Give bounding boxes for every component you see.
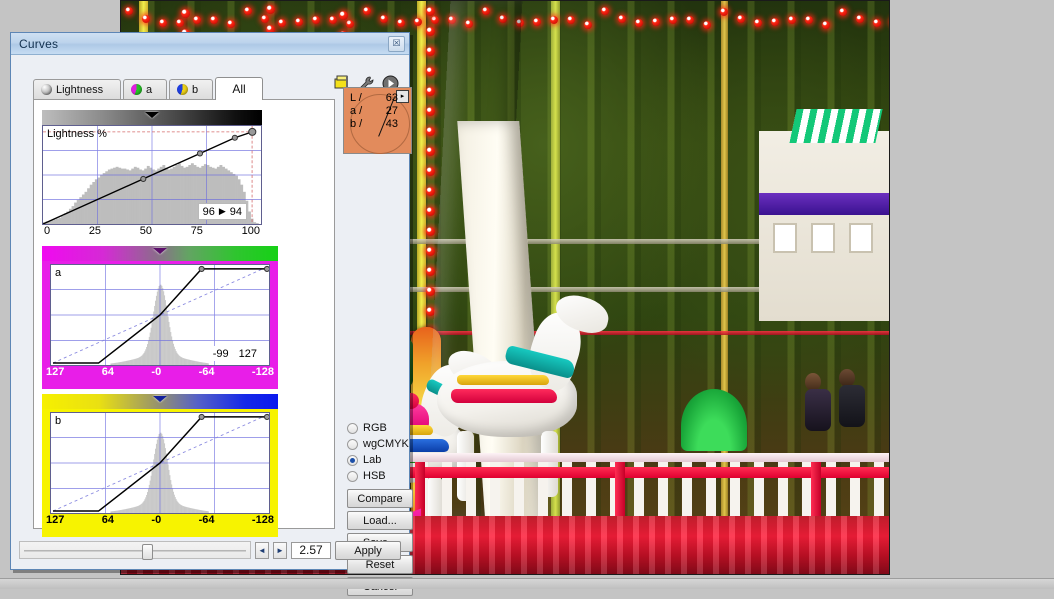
radio-hsb[interactable]: HSB — [347, 468, 417, 484]
spinner-decrement[interactable]: ◄ — [255, 541, 269, 559]
axis-tick: -0 — [151, 514, 162, 526]
gradient-marker-icon[interactable] — [153, 248, 167, 254]
tab-all[interactable]: All — [215, 77, 263, 100]
tab-b[interactable]: b — [169, 79, 213, 99]
color-readout: ▸ L / 63 a / 27 b / 43 — [343, 87, 412, 154]
lightness-readout: 96 ▶ 94 — [197, 203, 247, 220]
a-value-right: 127 — [238, 347, 257, 360]
b-gradient-strip[interactable] — [42, 394, 278, 409]
radio-label: wgCMYK — [363, 438, 409, 450]
radio-icon[interactable] — [347, 438, 358, 450]
load-button[interactable]: Load... — [347, 511, 413, 530]
a-curve-plot[interactable]: a -99 127 — [50, 264, 270, 366]
a-label: a — [55, 267, 62, 279]
radio-icon[interactable] — [347, 422, 358, 434]
slider-track-line — [24, 550, 246, 552]
readout-row-L: L / 63 — [350, 92, 411, 105]
sphere-yellow-blue-icon — [177, 84, 188, 95]
channel-a: a -99 127 127 64 -0 -64 -128 — [42, 246, 278, 389]
radio-wgcmyk[interactable]: wgCMYK — [347, 436, 417, 452]
curves-dialog[interactable]: Curves ☒ Lightness a b All ▸ L / 63 a / … — [10, 32, 413, 596]
slider-thumb[interactable] — [142, 544, 153, 560]
dialog-title: Curves — [19, 36, 59, 51]
tab-label: b — [192, 83, 199, 96]
channel-b: b 127 64 -0 -64 -128 — [42, 394, 278, 537]
close-icon[interactable]: ☒ — [388, 35, 405, 52]
dialog-titlebar[interactable]: Curves ☒ — [11, 33, 409, 55]
readout-input: 96 — [202, 205, 215, 218]
b-curve-svg — [51, 413, 269, 513]
axis-tick: 64 — [101, 514, 115, 526]
curves-panel: Lightness % 96 ▶ 94 0 25 50 75 100 a -99… — [33, 99, 335, 537]
axis-tick: 127 — [46, 366, 65, 378]
lightness-gradient-strip[interactable] — [42, 110, 262, 125]
sphere-magenta-green-icon — [131, 84, 142, 95]
amount-value[interactable]: 2.57 — [291, 541, 331, 559]
axis-tick: -64 — [198, 514, 215, 526]
axis-tick: 25 — [88, 225, 102, 237]
readout-row-a: a / 27 — [350, 105, 411, 118]
compare-button[interactable]: Compare — [347, 489, 413, 508]
readout-row-b: b / 43 — [350, 118, 411, 131]
desktop-taskbar — [0, 578, 1054, 589]
a-gradient-strip[interactable] — [42, 246, 278, 261]
sphere-gray-icon — [41, 84, 52, 95]
b-axis: 127 64 -0 -64 -128 — [44, 514, 276, 526]
spinner-increment[interactable]: ► — [273, 541, 287, 559]
readout-value: 63 — [385, 92, 398, 104]
tab-a[interactable]: a — [123, 79, 167, 99]
axis-tick: 75 — [190, 225, 203, 237]
striped-awning — [789, 109, 883, 143]
background-building — [759, 131, 889, 321]
axis-tick: 50 — [139, 225, 152, 237]
bottom-slider-row[interactable]: ◄ ► 2.57 Apply — [19, 539, 401, 561]
arrow-right-icon: ▶ — [218, 206, 226, 216]
channel-lightness: Lightness % 96 ▶ 94 0 25 50 75 100 — [42, 110, 262, 237]
tab-label: All — [232, 82, 246, 96]
axis-tick: 127 — [46, 514, 65, 526]
radio-lab[interactable]: Lab — [347, 452, 417, 468]
lightness-curve-plot[interactable]: Lightness % 96 ▶ 94 — [42, 125, 262, 225]
b-label: b — [55, 415, 62, 427]
lightness-axis: 0 25 50 75 100 — [42, 225, 262, 237]
gradient-marker-icon[interactable] — [153, 396, 167, 402]
radio-label: RGB — [363, 422, 387, 434]
gradient-marker-icon[interactable] — [145, 112, 159, 118]
tab-label: a — [146, 83, 153, 96]
amount-slider[interactable] — [19, 541, 251, 560]
b-curve-plot[interactable]: b — [50, 412, 270, 514]
radio-label: HSB — [363, 470, 386, 482]
a-values: -99 127 — [208, 346, 261, 361]
axis-tick: -0 — [151, 366, 162, 378]
readout-output: 94 — [229, 205, 242, 218]
tab-label: Lightness — [56, 83, 104, 96]
axis-tick: 100 — [241, 225, 260, 237]
person-figure — [805, 373, 831, 431]
tab-lightness[interactable]: Lightness — [33, 79, 121, 99]
lightness-label: Lightness % — [47, 128, 107, 140]
readout-key: b / — [350, 118, 363, 130]
radio-icon[interactable] — [347, 470, 358, 482]
readout-key: L / — [350, 92, 362, 104]
axis-tick: -128 — [251, 366, 274, 378]
person-figure — [839, 369, 865, 427]
readout-key: a / — [350, 105, 363, 117]
a-value-left: -99 — [212, 347, 229, 360]
radio-label: Lab — [363, 454, 382, 466]
bulb-string — [426, 7, 435, 347]
color-mode-group[interactable]: RGB wgCMYK Lab HSB — [347, 420, 417, 484]
axis-tick: 64 — [101, 366, 115, 378]
axis-tick: -128 — [251, 514, 274, 526]
radio-icon[interactable] — [347, 454, 358, 466]
readout-value: 27 — [385, 105, 398, 117]
a-axis: 127 64 -0 -64 -128 — [44, 366, 276, 378]
apply-button[interactable]: Apply — [335, 540, 401, 560]
readout-value: 43 — [385, 118, 398, 130]
axis-tick: 0 — [44, 225, 51, 237]
radio-rgb[interactable]: RGB — [347, 420, 417, 436]
axis-tick: -64 — [198, 366, 215, 378]
